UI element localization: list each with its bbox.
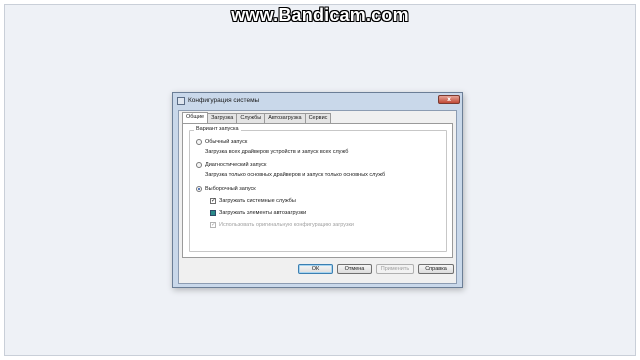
watermark-text: www.Bandicam.com xyxy=(231,5,409,25)
checkbox-label: Загружать элементы автозагрузки xyxy=(219,210,307,216)
tab-tools[interactable]: Сервис xyxy=(304,113,332,123)
title-bar[interactable]: Конфигурация системы x xyxy=(173,93,462,108)
option-label: Обычный запуск xyxy=(205,139,248,145)
ok-button[interactable]: ОК xyxy=(298,264,333,274)
startup-selection-group: Вариант запуска Обычный запуск Загрузка … xyxy=(189,126,447,252)
option-description: Загрузка только основных драйверов и зап… xyxy=(205,172,386,178)
group-label: Вариант запуска xyxy=(194,126,241,132)
close-button[interactable]: x xyxy=(438,95,460,104)
tab-general[interactable]: Общие xyxy=(182,112,209,123)
radio-diagnostic-startup[interactable] xyxy=(196,162,202,168)
option-selective-startup[interactable]: Выборочный запуск xyxy=(196,186,256,192)
option-description: Загрузка всех драйверов устройств и запу… xyxy=(205,149,349,155)
radio-selective-startup[interactable] xyxy=(196,186,202,192)
window-title: Конфигурация системы xyxy=(188,97,260,104)
dialog-client-area: Общие Загрузка Службы Автозагрузка Серви… xyxy=(178,110,457,284)
tab-startup[interactable]: Автозагрузка xyxy=(264,113,306,123)
checkbox-checked[interactable]: ✓ xyxy=(210,198,216,204)
radio-normal-startup[interactable] xyxy=(196,139,202,145)
checkbox-load-startup-items[interactable]: Загружать элементы автозагрузки xyxy=(210,210,306,216)
app-icon xyxy=(177,96,185,105)
help-button[interactable]: Справка xyxy=(418,264,454,274)
system-configuration-dialog: Конфигурация системы x Общие Загрузка Сл… xyxy=(172,92,463,288)
option-diagnostic-startup[interactable]: Диагностический запуск xyxy=(196,162,266,168)
apply-button[interactable]: Применить xyxy=(376,264,414,274)
tab-services[interactable]: Службы xyxy=(236,113,266,123)
checkbox-label: Использовать оригинальную конфигурацию з… xyxy=(219,222,354,228)
tab-panel-general: Вариант запуска Обычный запуск Загрузка … xyxy=(182,123,453,258)
option-label: Выборочный запуск xyxy=(205,186,256,192)
option-label: Диагностический запуск xyxy=(205,162,267,168)
option-normal-startup[interactable]: Обычный запуск xyxy=(196,139,247,145)
tab-strip: Общие Загрузка Службы Автозагрузка Серви… xyxy=(182,112,332,123)
checkbox-checked-disabled: ✓ xyxy=(210,221,217,228)
tab-boot[interactable]: Загрузка xyxy=(207,113,238,123)
cancel-button[interactable]: Отмена xyxy=(337,264,372,274)
checkbox-load-system-services[interactable]: ✓ Загружать системные службы xyxy=(210,198,296,204)
close-icon: x xyxy=(447,96,451,103)
checkbox-indeterminate[interactable] xyxy=(210,210,216,216)
checkbox-use-original-boot-config: ✓ Использовать оригинальную конфигурацию… xyxy=(210,222,354,228)
checkbox-label: Загружать системные службы xyxy=(219,198,296,204)
